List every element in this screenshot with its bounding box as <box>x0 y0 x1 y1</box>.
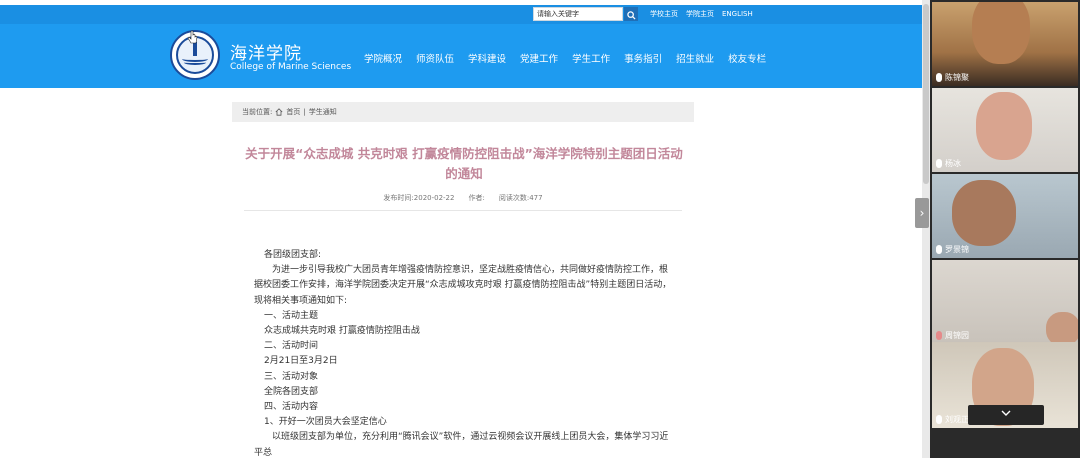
participant-video-tile[interactable]: 罗景锦 <box>932 174 1078 258</box>
participant-name: 刘观正 <box>945 415 969 424</box>
nav-item-faculty[interactable]: 师资队伍 <box>416 51 454 65</box>
article-meta: 发布时间:2020-02-22 作者: 阅读次数:477 <box>232 193 694 203</box>
paragraph: 以班级团支部为单位，充分利用“腾讯会议”软件，通过云视频会议开展线上团员大会，集… <box>254 432 669 458</box>
breadcrumb-home[interactable]: 首页 <box>286 102 300 122</box>
participant-name: 周锦园 <box>945 331 969 340</box>
link-college-home[interactable]: 学院主页 <box>686 9 714 20</box>
article-container: 当前位置: 首页 | 学生通知 关于开展“众志成城 共克时艰 打赢疫情防控阻击战… <box>232 102 694 458</box>
publish-info: 发布时间:2020-02-22 <box>383 194 455 202</box>
chevron-right-icon: › <box>919 206 925 220</box>
participant-video-tile[interactable]: 陈锦聚 <box>932 2 1078 86</box>
paragraph: 2月21日至3月2日 <box>264 356 338 367</box>
breadcrumb-prefix: 当前位置: <box>242 108 273 116</box>
paragraph: 各团级团支部: <box>264 250 322 260</box>
home-icon <box>275 108 283 116</box>
paragraph: 众志成城共克时艰 打赢疫情防控阻击战 <box>264 326 420 337</box>
participant-name: 陈锦聚 <box>945 73 969 82</box>
search-button[interactable] <box>624 7 638 21</box>
microphone-icon <box>936 245 942 254</box>
panel-toggle-button[interactable]: › <box>915 198 929 228</box>
meta-divider <box>244 210 682 211</box>
nav-item-guide[interactable]: 事务指引 <box>624 51 662 65</box>
nav-item-discipline[interactable]: 学科建设 <box>468 51 506 65</box>
search-input[interactable]: 请输入关键字 <box>533 7 623 21</box>
participant-video-tile[interactable]: 杨冰 <box>932 88 1078 172</box>
participant-name: 罗景锦 <box>945 245 969 254</box>
college-name-cn[interactable]: 海洋学院 <box>230 39 302 64</box>
top-links: 学校主页 学院主页 ENGLISH <box>650 9 753 20</box>
participant-panel: 陈锦聚 杨冰 罗景锦 周锦园 刘观正 <box>930 0 1080 458</box>
top-utility-bar: 请输入关键字 学校主页 学院主页 ENGLISH <box>0 5 922 24</box>
participant-name: 杨冰 <box>945 159 961 168</box>
paragraph: 1、开好一次团员大会坚定信心 <box>264 417 387 428</box>
microphone-icon <box>936 73 942 82</box>
paragraph: 二、活动时间 <box>264 341 319 352</box>
nav-item-overview[interactable]: 学院概况 <box>364 51 402 65</box>
mouse-cursor-icon <box>188 30 198 44</box>
breadcrumb-separator: | <box>303 108 306 116</box>
article-body: 各团级团支部: 为进一步引导我校广大团员青年增强疫情防控意识，坚定战胜疫情信心，… <box>254 248 674 458</box>
main-header: 海洋学院 College of Marine Sciences 学院概况 师资队… <box>0 24 922 88</box>
expand-participants-button[interactable] <box>968 405 1044 425</box>
college-name-en: College of Marine Sciences <box>230 62 352 72</box>
main-nav: 学院概况 师资队伍 学科建设 党建工作 学生工作 事务指引 招生就业 校友专栏 <box>364 51 766 65</box>
paragraph: 全院各团支部 <box>264 386 319 397</box>
nav-item-student-work[interactable]: 学生工作 <box>572 51 610 65</box>
microphone-icon <box>936 331 942 340</box>
microphone-icon <box>936 415 942 424</box>
nav-item-admission[interactable]: 招生就业 <box>676 51 714 65</box>
paragraph: 四、活动内容 <box>264 402 319 413</box>
browser-page: 请输入关键字 学校主页 学院主页 ENGLISH 海洋学院 College of… <box>0 0 922 458</box>
paragraph: 一、活动主题 <box>264 310 319 321</box>
nav-item-alumni[interactable]: 校友专栏 <box>728 51 766 65</box>
paragraph: 三、活动对象 <box>264 371 319 382</box>
participant-video-tile[interactable]: 周锦园 <box>932 260 1078 344</box>
author-info: 作者: <box>468 194 485 202</box>
article-title: 关于开展“众志成城 共克时艰 打赢疫情防控阻击战”海洋学院特别主题团日活动的通知 <box>245 146 683 181</box>
paragraph: 为进一步引导我校广大团员青年增强疫情防控意识，坚定战胜疫情信心，共同做好疫情防控… <box>254 265 672 306</box>
page-scrollbar[interactable] <box>922 0 930 458</box>
scrollbar-thumb[interactable] <box>923 4 929 184</box>
breadcrumb: 当前位置: 首页 | 学生通知 <box>232 102 694 122</box>
nav-item-party[interactable]: 党建工作 <box>520 51 558 65</box>
views-info: 阅读次数:477 <box>498 194 543 202</box>
microphone-icon <box>936 159 942 168</box>
breadcrumb-current[interactable]: 学生通知 <box>309 102 337 122</box>
link-english[interactable]: ENGLISH <box>722 9 753 20</box>
chevron-down-icon <box>1001 410 1011 416</box>
search-icon <box>626 10 636 20</box>
link-school-home[interactable]: 学校主页 <box>650 9 678 20</box>
